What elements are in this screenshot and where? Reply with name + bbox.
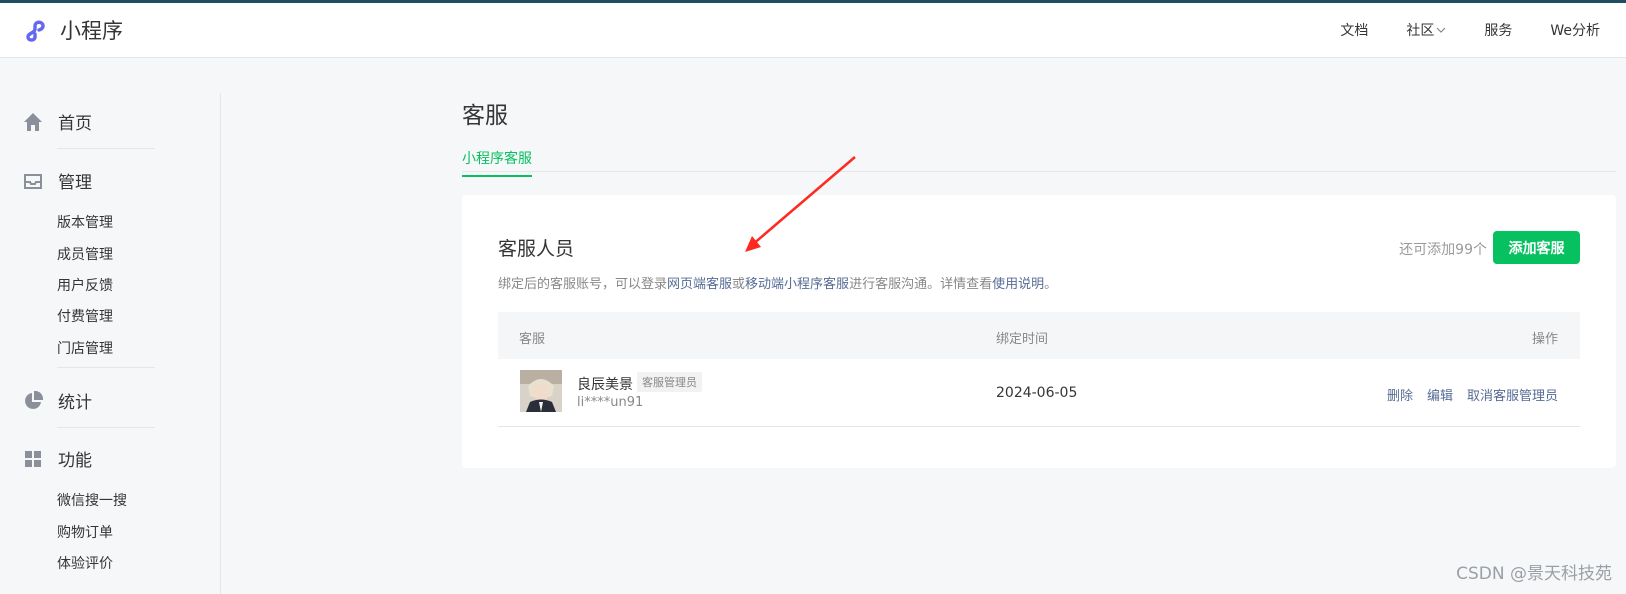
sidebar-item-members[interactable]: 成员管理 <box>57 244 113 264</box>
bind-date: 2024-06-05 <box>996 385 1078 401</box>
sidebar-section-home-label: 首页 <box>58 114 92 134</box>
home-icon <box>24 112 42 131</box>
row-actions: 删除 编辑 取消客服管理员 <box>1373 385 1558 404</box>
sidebar-item-reviews[interactable]: 体验评价 <box>57 553 113 573</box>
watermark: CSDN @景天科技苑 <box>1456 564 1612 584</box>
sidebar-item-payment[interactable]: 付费管理 <box>57 306 113 326</box>
page-title: 客服 <box>462 103 508 129</box>
sidebar-item-feedback[interactable]: 用户反馈 <box>57 275 113 295</box>
nav-services[interactable]: 服务 <box>1484 20 1512 40</box>
delete-button[interactable]: 删除 <box>1387 385 1413 404</box>
nav-docs-label: 文档 <box>1340 23 1369 39</box>
sidebar-section-home[interactable]: 首页 <box>22 109 92 134</box>
sidebar-divider <box>57 367 155 368</box>
service-staff-card: 客服人员 还可添加99个 添加客服 绑定后的客服账号，可以登录网页端客服或移动端… <box>462 195 1616 468</box>
chevron-down-icon <box>1436 27 1446 33</box>
web-service-link[interactable]: 网页端客服 <box>667 277 732 292</box>
desc-text: 或 <box>732 277 746 292</box>
mobile-service-link[interactable]: 移动端小程序客服 <box>745 277 849 292</box>
desc-text: 进行客服沟通。详情查看 <box>849 277 993 292</box>
nav-we-analysis[interactable]: We分析 <box>1550 20 1600 40</box>
sidebar-item-orders[interactable]: 购物订单 <box>57 522 113 542</box>
sidebar-divider <box>57 427 155 428</box>
sidebar-section-stats[interactable]: 统计 <box>22 388 92 413</box>
pie-chart-icon <box>25 390 44 409</box>
col-header-actions: 操作 <box>1531 332 1558 347</box>
sidebar: 首页 管理 版本管理 成员管理 用户反馈 付费管理 门店管理 统计 功能 微信搜… <box>0 93 221 594</box>
tab-mini-program-service[interactable]: 小程序客服 <box>462 148 532 177</box>
sidebar-section-manage-label: 管理 <box>58 173 92 193</box>
sidebar-item-version[interactable]: 版本管理 <box>57 212 113 232</box>
nav-community-label: 社区 <box>1406 23 1435 39</box>
inbox-icon <box>24 173 42 189</box>
add-service-button[interactable]: 添加客服 <box>1493 231 1580 264</box>
desc-text: 。 <box>1044 277 1058 292</box>
role-badge: 客服管理员 <box>637 372 702 392</box>
grid-icon <box>25 450 41 467</box>
sidebar-section-features[interactable]: 功能 <box>22 446 92 471</box>
col-header-bind-time: 绑定时间 <box>996 332 1049 347</box>
sidebar-divider <box>57 148 155 149</box>
revoke-admin-button[interactable]: 取消客服管理员 <box>1467 385 1558 404</box>
sidebar-section-features-label: 功能 <box>58 451 92 471</box>
col-header-staff: 客服 <box>519 332 546 347</box>
card-title: 客服人员 <box>498 238 575 260</box>
sidebar-item-stores[interactable]: 门店管理 <box>57 338 113 358</box>
sidebar-section-manage[interactable]: 管理 <box>22 168 92 193</box>
desc-text: 绑定后的客服账号，可以登录 <box>498 277 668 292</box>
top-header: 小程序 文档 社区 服务 We分析 <box>0 3 1626 58</box>
edit-button[interactable]: 编辑 <box>1427 385 1453 404</box>
tab-bar-line <box>462 171 1616 172</box>
table-row: 良辰美景 客服管理员 li****un91 2024-06-05 删除 编辑 取… <box>498 359 1580 427</box>
app-logo[interactable]: 小程序 <box>24 17 123 45</box>
staff-account: li****un91 <box>577 395 644 410</box>
top-nav: 文档 社区 服务 We分析 <box>1302 3 1600 57</box>
table-header: 客服 绑定时间 操作 <box>498 312 1580 359</box>
nav-docs[interactable]: 文档 <box>1340 20 1368 40</box>
card-description: 绑定后的客服账号，可以登录网页端客服或移动端小程序客服进行客服沟通。详情查看使用… <box>498 273 1057 292</box>
app-name: 小程序 <box>60 19 123 43</box>
staff-name: 良辰美景 <box>577 377 633 393</box>
sidebar-item-wechat-search[interactable]: 微信搜一搜 <box>57 490 127 510</box>
nav-services-label: 服务 <box>1484 23 1513 39</box>
sidebar-section-stats-label: 统计 <box>58 393 92 413</box>
avatar <box>520 370 562 412</box>
mini-program-logo-icon <box>26 20 45 42</box>
nav-community[interactable]: 社区 <box>1406 20 1446 40</box>
quota-text: 还可添加99个 <box>1399 242 1487 258</box>
nav-we-analysis-label: We分析 <box>1550 23 1600 39</box>
usage-guide-link[interactable]: 使用说明 <box>992 277 1044 292</box>
